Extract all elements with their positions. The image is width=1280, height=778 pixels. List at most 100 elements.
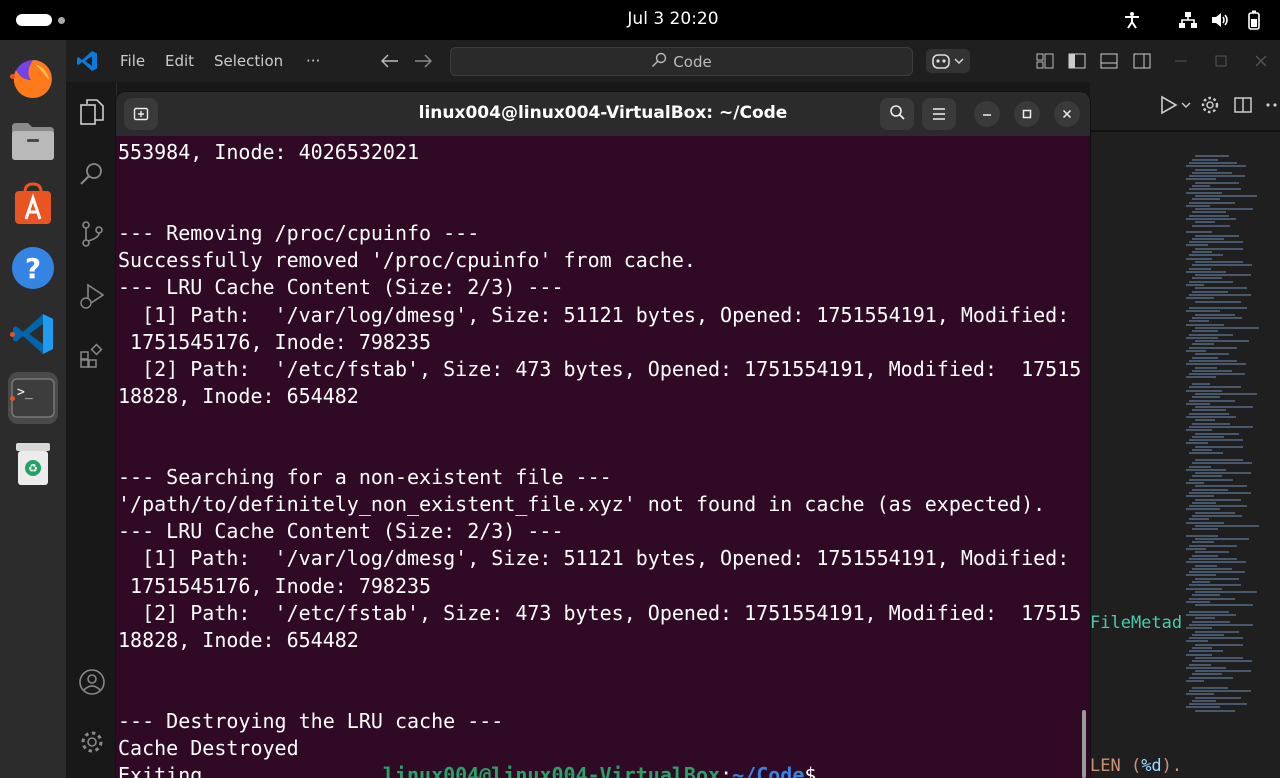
minimap-line bbox=[1192, 369, 1232, 372]
toggle-sidebar-icon[interactable] bbox=[1066, 50, 1088, 72]
minimap-line bbox=[1195, 604, 1253, 607]
close-icon[interactable] bbox=[1250, 50, 1272, 72]
minimap-line bbox=[1189, 623, 1253, 626]
trash-icon[interactable]: ♻ bbox=[8, 438, 58, 490]
accounts-icon[interactable] bbox=[78, 668, 106, 696]
run-debug-icon[interactable] bbox=[78, 282, 106, 310]
minimap-line bbox=[1195, 194, 1257, 197]
minimap-line bbox=[1189, 637, 1243, 640]
minimap-line bbox=[1192, 264, 1252, 267]
minimap-line bbox=[1189, 320, 1209, 323]
minimap-line bbox=[1189, 412, 1229, 415]
minimap-line bbox=[1186, 640, 1208, 643]
extensions-icon[interactable] bbox=[78, 342, 106, 370]
minimap-line bbox=[1186, 389, 1222, 392]
minimap-line bbox=[1195, 630, 1239, 633]
close-button[interactable] bbox=[1054, 101, 1080, 127]
settings-gear-icon[interactable] bbox=[1199, 94, 1221, 116]
clock[interactable]: Jul 3 20:20 bbox=[0, 9, 1280, 29]
vscode-icon[interactable] bbox=[8, 308, 58, 360]
minimap-line bbox=[1189, 386, 1241, 389]
accessibility-icon[interactable] bbox=[1122, 10, 1142, 30]
terminal-icon[interactable]: >_ bbox=[8, 372, 58, 424]
explorer-icon[interactable] bbox=[78, 98, 106, 126]
minimap-line bbox=[1192, 237, 1224, 240]
app-center-icon[interactable] bbox=[8, 178, 58, 230]
files-icon[interactable] bbox=[8, 114, 58, 166]
minimize-button[interactable] bbox=[974, 101, 1000, 127]
search-button[interactable] bbox=[880, 98, 914, 130]
minimap-line bbox=[1195, 419, 1215, 422]
minimap-line bbox=[1189, 610, 1229, 613]
source-control-icon[interactable] bbox=[78, 220, 106, 248]
search-icon[interactable] bbox=[78, 160, 106, 188]
minimap-line bbox=[1186, 402, 1210, 405]
command-center-search[interactable]: Code bbox=[450, 47, 913, 76]
split-editor-icon[interactable] bbox=[1232, 94, 1254, 116]
minimap-line bbox=[1192, 554, 1218, 557]
minimap-line bbox=[1189, 359, 1237, 362]
minimap-line bbox=[1186, 534, 1218, 537]
minimap-line bbox=[1195, 511, 1235, 514]
minimap-line bbox=[1186, 257, 1212, 260]
minimap-line bbox=[1189, 478, 1233, 481]
hamburger-menu-button[interactable] bbox=[922, 98, 956, 130]
minimap-line bbox=[1195, 617, 1215, 620]
terminal-line: [1] Path: '/var/log/dmesg', Size: 51121 … bbox=[118, 546, 1070, 571]
toggle-secondary-sidebar-icon[interactable] bbox=[1131, 50, 1153, 72]
menu-file[interactable]: File bbox=[120, 52, 145, 70]
terminal-scrollbar[interactable] bbox=[1082, 710, 1086, 778]
volume-icon[interactable] bbox=[1210, 10, 1230, 30]
minimap-line bbox=[1192, 581, 1210, 583]
minimap-line bbox=[1192, 185, 1210, 187]
battery-icon[interactable] bbox=[1244, 10, 1264, 30]
minimap-line bbox=[1195, 458, 1243, 461]
prompt-separator: : bbox=[720, 763, 733, 778]
code-snippet-format: LEN (%d). bbox=[1090, 756, 1183, 776]
minimap-line bbox=[1189, 175, 1245, 178]
manage-gear-icon[interactable] bbox=[78, 728, 106, 756]
minimap-line bbox=[1189, 571, 1245, 574]
terminal-line: --- Removing /proc/cpuinfo --- bbox=[118, 221, 480, 246]
minimap-line bbox=[1186, 666, 1226, 669]
firefox-icon[interactable] bbox=[8, 52, 58, 104]
terminal-line: 1751545176, Inode: 798235 bbox=[118, 329, 432, 354]
back-arrow-icon[interactable] bbox=[379, 50, 401, 72]
minimap-line bbox=[1186, 653, 1212, 656]
more-actions-icon[interactable] bbox=[1264, 94, 1280, 116]
menu-more[interactable]: ··· bbox=[306, 52, 320, 70]
menu-edit[interactable]: Edit bbox=[165, 52, 194, 70]
minimap-line bbox=[1195, 670, 1251, 673]
run-icon[interactable] bbox=[1158, 94, 1192, 116]
menu-selection[interactable]: Selection bbox=[214, 52, 283, 70]
minimap-line bbox=[1195, 208, 1253, 211]
minimap-line bbox=[1195, 155, 1229, 158]
minimap-line bbox=[1186, 482, 1204, 484]
minimap-line bbox=[1192, 686, 1228, 689]
minimap-line bbox=[1195, 406, 1253, 409]
help-icon[interactable]: ? bbox=[8, 242, 58, 294]
minimize-icon[interactable] bbox=[1170, 50, 1192, 72]
activity-bar bbox=[66, 82, 117, 778]
minimap-line bbox=[1186, 350, 1206, 352]
customize-layout-icon[interactable] bbox=[1034, 50, 1056, 72]
minimap-line bbox=[1195, 300, 1241, 303]
minimap-line bbox=[1195, 709, 1235, 712]
minimap-line bbox=[1192, 660, 1252, 663]
minimap-line bbox=[1186, 270, 1226, 273]
network-icon[interactable] bbox=[1178, 10, 1198, 30]
copilot-icon[interactable] bbox=[926, 49, 970, 73]
terminal-output[interactable]: 553984, Inode: 4026532021 --- Removing /p… bbox=[118, 139, 1082, 778]
forward-arrow-icon[interactable] bbox=[412, 50, 434, 72]
maximize-button[interactable] bbox=[1014, 101, 1040, 127]
terminal-line: Successfully removed '/proc/cpuinfo' fro… bbox=[118, 248, 696, 273]
maximize-icon[interactable] bbox=[1210, 50, 1232, 72]
minimap-line bbox=[1192, 290, 1228, 293]
minimap-line bbox=[1195, 538, 1249, 541]
minimap-line bbox=[1195, 524, 1259, 527]
minimap-line bbox=[1186, 336, 1218, 339]
toggle-panel-icon[interactable] bbox=[1098, 50, 1120, 72]
minimap-line bbox=[1192, 317, 1242, 319]
minimap-line bbox=[1192, 633, 1224, 636]
minimap-line bbox=[1186, 587, 1222, 590]
